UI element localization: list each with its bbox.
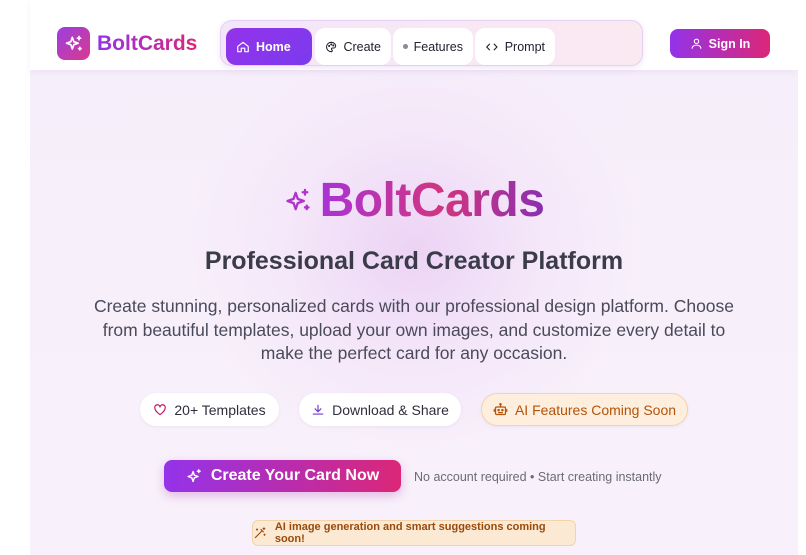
nav-home[interactable]: Home xyxy=(226,28,312,65)
create-card-button[interactable]: Create Your Card Now xyxy=(164,460,401,492)
brand-name[interactable]: BoltCards xyxy=(97,31,197,57)
heart-icon xyxy=(154,403,167,415)
nav-create[interactable]: Create xyxy=(315,28,391,65)
code-icon xyxy=(486,43,498,50)
nav-features[interactable]: Features xyxy=(393,28,473,65)
feature-ai-coming-soon: AI Features Coming Soon xyxy=(481,393,688,426)
sign-in-button[interactable]: Sign In xyxy=(670,29,770,58)
hero-subtitle: Professional Card Creator Platform xyxy=(204,247,624,275)
cta-note: No account required • Start creating ins… xyxy=(414,470,662,484)
download-icon xyxy=(312,404,324,415)
sparkles-icon xyxy=(65,35,82,51)
palette-icon xyxy=(326,41,337,52)
feature-templates-label: 20+ Templates xyxy=(174,401,266,418)
top-header: BoltCards Home Create Features Prompt Si… xyxy=(30,0,798,70)
feature-download-label: Download & Share xyxy=(332,401,449,418)
nav-create-label: Create xyxy=(343,39,381,54)
user-icon xyxy=(691,38,702,49)
ai-banner: AI image generation and smart suggestion… xyxy=(252,520,576,546)
dot-icon xyxy=(403,44,408,49)
hero-brand-name: BoltCards xyxy=(320,172,545,230)
hero-description: Create stunning, personalized cards with… xyxy=(93,296,735,363)
nav-prompt[interactable]: Prompt xyxy=(475,28,555,65)
ai-banner-text: AI image generation and smart suggestion… xyxy=(274,521,546,545)
page-body: BoltCards Home Create Features Prompt Si… xyxy=(30,0,798,555)
sign-in-label: Sign In xyxy=(708,36,751,51)
sparkles-icon xyxy=(285,188,310,211)
nav-features-label: Features xyxy=(413,39,463,54)
nav-prompt-label: Prompt xyxy=(504,39,545,54)
magic-wand-icon xyxy=(254,527,266,539)
robot-icon xyxy=(493,402,508,416)
feature-templates: 20+ Templates xyxy=(140,393,279,426)
feature-download: Download & Share xyxy=(299,393,461,426)
sparkles-icon xyxy=(187,468,201,482)
nav-home-label: Home xyxy=(256,39,291,54)
logo[interactable] xyxy=(57,27,90,60)
home-icon xyxy=(237,41,249,52)
feature-ai-label: AI Features Coming Soon xyxy=(514,401,677,418)
right-edge xyxy=(798,0,806,555)
create-card-label: Create Your Card Now xyxy=(210,467,380,484)
hero-title: BoltCards xyxy=(30,172,798,230)
main-nav: Home Create Features Prompt xyxy=(220,20,643,66)
